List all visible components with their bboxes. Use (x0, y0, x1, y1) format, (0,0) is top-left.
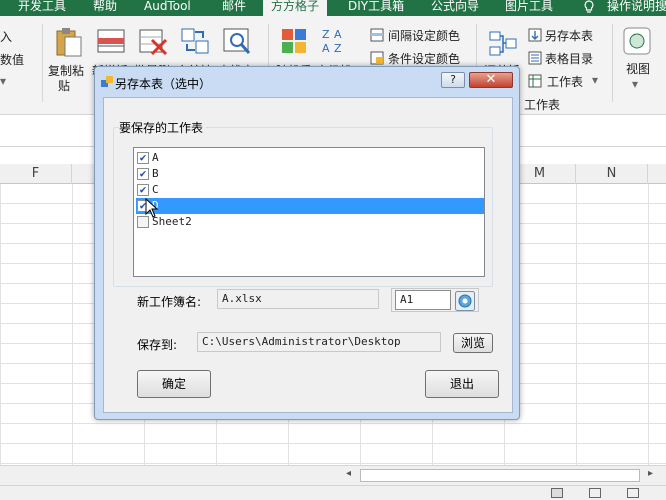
tab-formula-wizard[interactable]: 公式向导 (431, 0, 479, 16)
lightbulb-icon (584, 0, 594, 13)
interval-color-button[interactable]: 间隔设定颜色 (388, 27, 460, 44)
column-header-f[interactable]: F (0, 164, 72, 184)
ribbon-left-label-2[interactable]: 数值 (0, 51, 24, 68)
page-layout-icon[interactable] (589, 488, 601, 498)
save-path-field[interactable]: C:\Users\Administrator\Desktop (197, 332, 441, 352)
scroll-thumb[interactable] (360, 469, 640, 482)
ribbon-left-label-1: 入 (0, 30, 13, 44)
save-sheet-button[interactable]: 另存本表 (545, 27, 593, 44)
view-icon[interactable] (622, 26, 652, 56)
batch-delete-icon[interactable] (138, 26, 168, 56)
list-item[interactable]: Sheet2 (136, 214, 484, 230)
mouse-cursor-icon (145, 198, 159, 218)
list-item[interactable]: ✔ B (136, 166, 484, 182)
range-select-icon[interactable] (455, 291, 475, 311)
copy-paste-icon[interactable] (54, 26, 84, 58)
sheet-name: C (152, 183, 159, 196)
find-locate-icon[interactable] (222, 26, 252, 56)
help-button[interactable]: ? (441, 72, 465, 88)
view-chevron-down-icon[interactable]: ▾ (632, 77, 638, 91)
cell-reference-field[interactable]: A1 (395, 290, 451, 310)
normal-view-icon[interactable] (551, 488, 563, 498)
tab-developer[interactable]: 开发工具 (18, 0, 66, 16)
sheet-checkbox[interactable]: ✔ (137, 152, 149, 164)
status-bar (0, 485, 666, 500)
page-break-icon[interactable] (627, 488, 639, 498)
scroll-left-icon[interactable]: ◂ (346, 468, 351, 479)
tab-help[interactable]: 帮助 (93, 0, 117, 16)
chevron-down-icon[interactable]: ▾ (0, 74, 6, 88)
svg-text:Z: Z (334, 42, 342, 55)
list-item-selected[interactable]: ✔ D (136, 198, 484, 214)
sheet-name: B (152, 167, 159, 180)
advanced-sort-icon[interactable]: Z A A Z (320, 26, 348, 56)
worksheet-icon[interactable] (528, 74, 542, 88)
worksheet-button[interactable]: 工作表 (547, 73, 583, 90)
ribbon-tab-bar: 开发工具 帮助 AudTool 邮件 方方格子 DIY工具箱 公式向导 图片工具… (0, 0, 666, 16)
summary-split-icon[interactable] (488, 30, 518, 58)
sheet-checkbox[interactable]: ✔ (137, 184, 149, 196)
interval-color-icon[interactable] (370, 28, 384, 42)
column-header-n[interactable]: N (576, 164, 648, 184)
tab-image-tools[interactable]: 图片工具 (505, 0, 553, 16)
random-repeat-icon[interactable] (280, 26, 308, 56)
tab-fangfang[interactable]: 方方格子 (263, 0, 328, 16)
tab-mail[interactable]: 邮件 (222, 0, 246, 16)
conditional-color-button[interactable]: 条件设定颜色 (388, 50, 460, 67)
exit-button[interactable]: 退出 (425, 370, 499, 398)
worksheet-group-label: 工作表 (524, 98, 561, 112)
sheet-toc-icon[interactable] (528, 51, 542, 65)
sheet-list[interactable]: ✔ A ✔ B ✔ C ✔ D Sheet2 (133, 147, 485, 277)
new-workbook-field[interactable]: A.xlsx (217, 289, 379, 309)
list-item[interactable]: ✔ A (136, 150, 484, 166)
svg-text:Z: Z (322, 28, 330, 41)
sheet-toc-button[interactable]: 表格目录 (545, 50, 593, 67)
close-button[interactable]: ✕ (469, 72, 513, 88)
save-sheet-icon[interactable] (528, 28, 542, 42)
list-item[interactable]: ✔ C (136, 182, 484, 198)
dialog-app-icon (101, 76, 113, 87)
new-workbook-label: 新工作簿名: (137, 295, 202, 309)
insert-rows-icon[interactable] (96, 26, 126, 56)
conditional-color-icon[interactable] (370, 51, 384, 65)
tab-audtool[interactable]: AudTool (144, 0, 191, 16)
save-to-label: 保存到: (137, 338, 178, 352)
merge-convert-icon[interactable] (180, 26, 210, 56)
view-button[interactable]: 视图 (626, 60, 650, 77)
copy-paste-label-2: 贴 (58, 79, 71, 93)
dialog-title: 另存本表（选中） (115, 77, 212, 91)
ok-button[interactable]: 确定 (137, 370, 211, 398)
worksheet-dropdown-chevron-icon[interactable]: ▾ (592, 73, 598, 87)
scroll-right-icon[interactable]: ▸ (648, 468, 653, 479)
svg-text:A: A (334, 28, 342, 41)
browse-button[interactable]: 浏览 (453, 333, 493, 353)
save-sheet-dialog: 另存本表（选中） ? ✕ 要保存的工作表 ✔ A ✔ B ✔ C ✔ D She… (94, 66, 520, 420)
tab-diy-toolbox[interactable]: DIY工具箱 (348, 0, 404, 16)
tell-me-search[interactable]: 操作说明搜 (607, 0, 666, 16)
svg-text:A: A (322, 42, 330, 55)
sheet-name: A (152, 151, 159, 164)
sheet-checkbox[interactable]: ✔ (137, 168, 149, 180)
sheets-group-label: 要保存的工作表 (119, 119, 207, 136)
horizontal-scrollbar[interactable]: ◂ ▸ (0, 465, 666, 485)
